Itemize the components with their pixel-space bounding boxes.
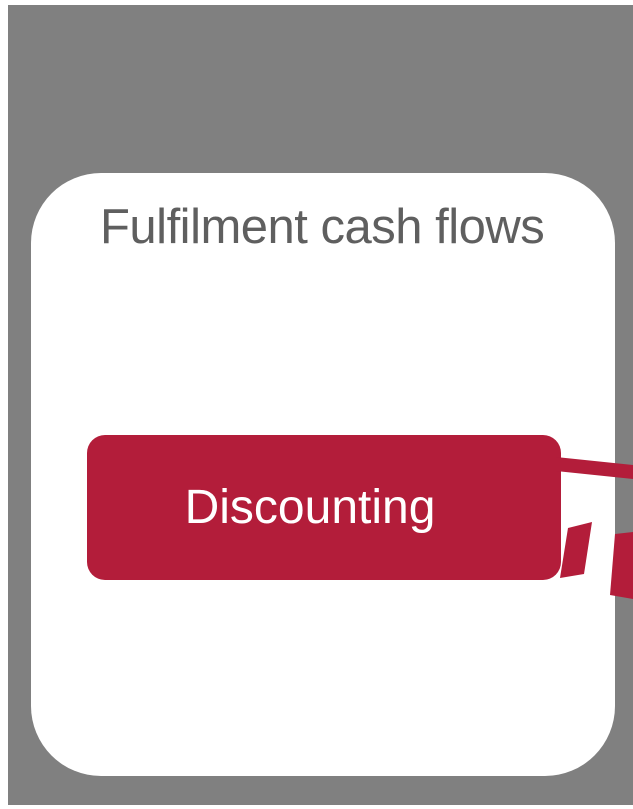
slide-background: Fulfilment cash flows Discounting bbox=[8, 5, 633, 805]
panel-title: Fulfilment cash flows bbox=[100, 200, 545, 254]
discounting-label: Discounting bbox=[184, 480, 436, 534]
discounting-box: Discounting bbox=[87, 435, 561, 580]
